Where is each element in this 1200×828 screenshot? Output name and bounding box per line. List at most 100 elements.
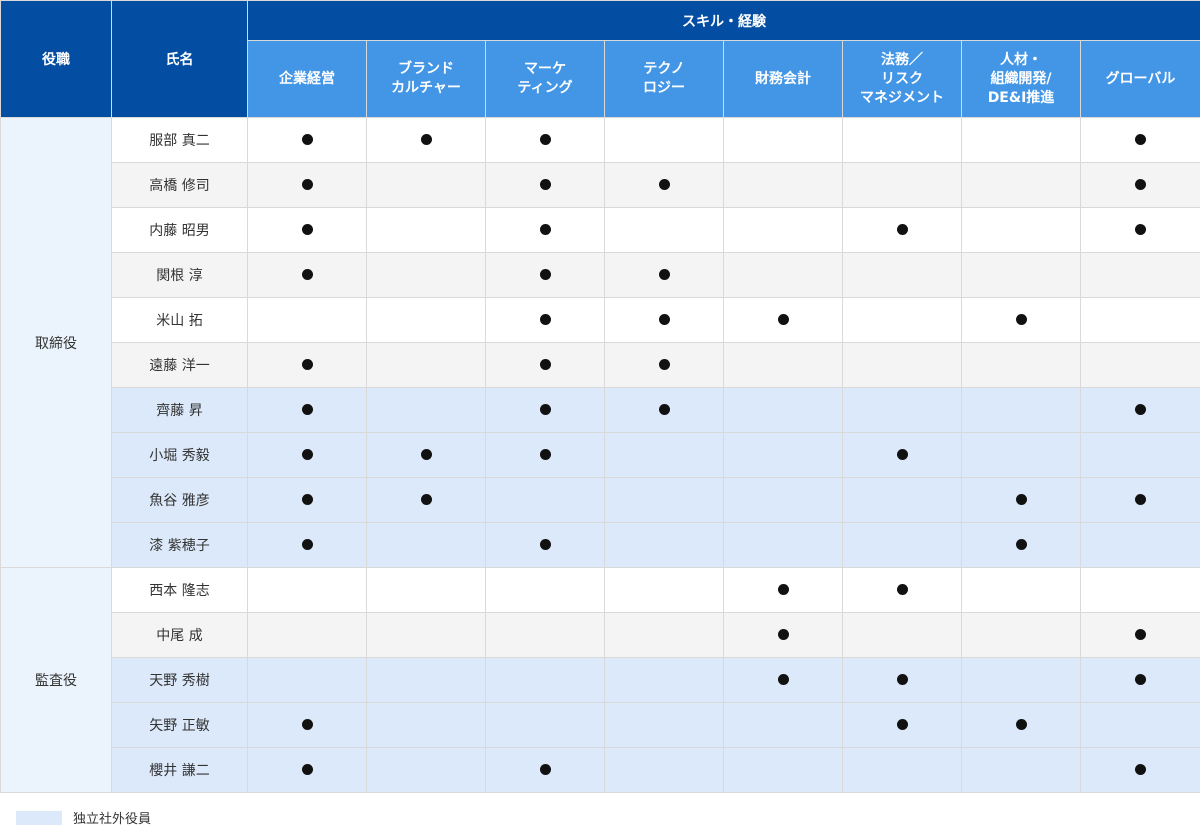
skill-cell [961,117,1081,163]
member-row: 矢野 正敏 [1,702,1200,748]
name-column-header: 氏名 [111,0,248,118]
skill-cell [366,387,486,433]
skill-mark-icon [1015,314,1027,325]
skill-cell [366,162,486,208]
skill-header-line: 法務／ [881,51,923,68]
skill-mark-icon [1015,539,1027,550]
member-row: 内藤 昭男 [1,207,1200,253]
skill-cell [366,297,486,343]
member-name: 服部 真二 [111,117,248,163]
skill-cell [723,747,843,793]
skill-cell [247,342,367,388]
skill-cell [723,117,843,163]
skill-cell [842,387,962,433]
skill-cell [485,117,605,163]
member-row: 米山 拓 [1,297,1200,343]
skill-mark-icon [658,404,670,415]
skill-cell [961,387,1081,433]
member-name: 齊藤 昇 [111,387,248,433]
skill-cell [961,252,1081,298]
skill-cell [842,432,962,478]
skill-mark-icon [777,584,789,595]
skill-cell [961,702,1081,748]
skill-cell [485,567,605,613]
skill-mark-icon [301,359,313,370]
skill-mark-icon [301,539,313,550]
member-name: 関根 淳 [111,252,248,298]
skill-cell [247,432,367,478]
skill-cell [604,612,724,658]
skill-cell [366,342,486,388]
skill-mark-icon [539,269,551,280]
member-name: 小堀 秀毅 [111,432,248,478]
skill-mark-icon [301,494,313,505]
member-name: 漆 紫穂子 [111,522,248,568]
skill-cell [723,387,843,433]
skill-cell [1080,342,1200,388]
skill-cell [247,207,367,253]
skill-header-4: テクノ ロジー [604,40,724,118]
skill-cell [247,117,367,163]
skill-mark-icon [1015,494,1027,505]
skill-mark-icon [539,404,551,415]
skill-mark-icon [896,224,908,235]
skill-header-line: マーケ [524,61,566,77]
skill-header-7: 人材・ 組織開発/DE&I推進 [961,40,1081,118]
skill-header-line: 財務会計 [755,70,811,87]
member-row: 漆 紫穂子 [1,522,1200,568]
skill-mark-icon [896,449,908,460]
skill-mark-icon [1135,404,1146,415]
member-row: 齊藤 昇 [1,387,1200,433]
member-name: 中尾 成 [111,612,248,658]
skill-cell [247,252,367,298]
skill-mark-icon [301,449,313,460]
skill-header-line: 企業経営 [279,70,335,87]
skill-cell [723,477,843,523]
skill-mark-icon [539,134,551,145]
skill-mark-icon [777,629,789,640]
skill-cell [485,297,605,343]
skill-cell [604,522,724,568]
skill-mark-icon [539,449,551,460]
skill-mark-icon [539,359,551,370]
skill-cell [485,747,605,793]
skill-header-8: グローバル [1080,40,1200,118]
skill-mark-icon [301,764,313,775]
skill-header-line: テクノ [643,61,685,77]
skill-header-line: グローバル [1105,70,1176,87]
skill-cell [366,432,486,478]
skill-cell [842,612,962,658]
skill-cell [1080,162,1200,208]
skill-cell [842,162,962,208]
legend: 独立社外役員 [16,808,151,827]
member-row: 関根 淳 [1,252,1200,298]
skill-cell [723,702,843,748]
skill-cell [604,252,724,298]
skill-header-3: マーケ ティング [485,40,605,118]
skill-mark-icon [420,449,432,460]
skill-cell [604,432,724,478]
skill-cell [366,612,486,658]
skill-header-line: 人材・ [1000,51,1042,68]
skill-header-line: マネジメント [860,89,944,106]
skill-header-line: 組織開発/ [990,70,1052,87]
skill-cell [366,117,486,163]
member-row: 魚谷 雅彦 [1,477,1200,523]
skill-mark-icon [420,134,432,145]
skill-cell [604,567,724,613]
skill-mark-icon [777,674,789,685]
skill-cell [842,117,962,163]
member-row: 小堀 秀毅 [1,432,1200,478]
skill-cell [723,657,843,703]
skill-cell [485,252,605,298]
skill-cell [366,747,486,793]
skill-header-line: ロジー [643,80,685,96]
skill-mark-icon [1135,179,1146,190]
skill-cell [842,207,962,253]
member-name: 遠藤 洋一 [111,342,248,388]
skill-cell [485,657,605,703]
independent-director-swatch [16,810,62,825]
skill-mark-icon [896,584,908,595]
skill-cell [842,747,962,793]
skill-cell [723,567,843,613]
